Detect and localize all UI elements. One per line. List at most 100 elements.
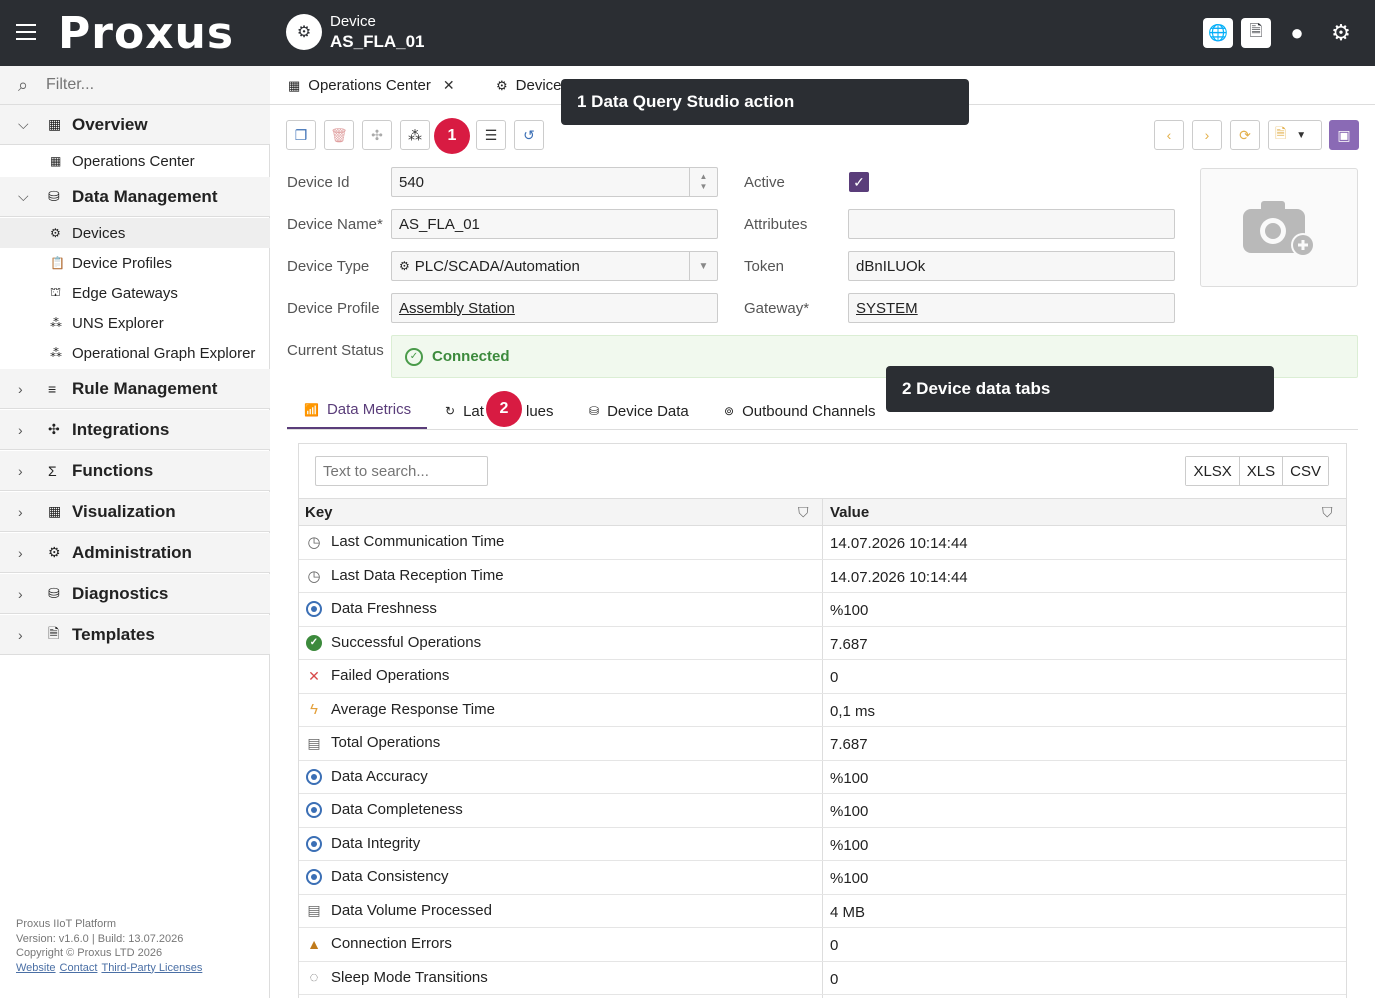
active-checkbox[interactable]: ✓ bbox=[849, 172, 869, 192]
details-button[interactable]: ☰ bbox=[476, 120, 506, 150]
tab-latest-values-suffix[interactable]: lues bbox=[526, 392, 554, 430]
gateway-input[interactable]: SYSTEM bbox=[848, 293, 1175, 323]
table-row[interactable]: Data Consistency %100 bbox=[299, 861, 1346, 895]
gateway-link[interactable]: SYSTEM bbox=[856, 300, 918, 317]
document-icon[interactable]: 🗎 bbox=[1241, 18, 1271, 48]
token-label: Token bbox=[744, 258, 785, 275]
network-button[interactable]: ✣ bbox=[362, 120, 392, 150]
globe-icon[interactable]: 🌐 bbox=[1203, 18, 1233, 48]
row-key: Data Completeness bbox=[331, 801, 463, 818]
table-row[interactable]: Data Completeness %100 bbox=[299, 794, 1346, 828]
row-value: 14.07.2026 10:14:44 bbox=[830, 535, 968, 552]
export-xlsx-button[interactable]: XLSX bbox=[1186, 457, 1239, 485]
tab-operations-center[interactable]: ▦ Operations Center ✕ bbox=[288, 66, 455, 105]
menu-icon[interactable] bbox=[16, 24, 36, 40]
column-header-value[interactable]: Value bbox=[830, 499, 869, 526]
sidebar-item-operations-center[interactable]: ▦ Operations Center bbox=[0, 146, 270, 176]
filter-input[interactable] bbox=[46, 73, 256, 97]
delete-button[interactable]: 🗑 bbox=[324, 120, 354, 150]
sidebar-group-rule-management[interactable]: › ≡ Rule Management bbox=[0, 369, 270, 409]
chevron-down-icon: ▼ bbox=[1296, 129, 1307, 141]
number-spinner[interactable]: ▲ ▼ bbox=[689, 168, 717, 196]
sidebar-group-visualization[interactable]: › ▦ Visualization bbox=[0, 492, 270, 532]
admin-icon: ⚙ bbox=[48, 544, 61, 560]
current-status-label: Current Status bbox=[287, 342, 384, 359]
copy-button[interactable]: ❐ bbox=[286, 120, 316, 150]
sidebar-item-device-profiles[interactable]: 📋 Device Profiles bbox=[0, 248, 270, 278]
tooltip-data-query-studio: 1 Data Query Studio action bbox=[561, 79, 969, 125]
sidebar-item-operational-graph-explorer[interactable]: ⁂ Operational Graph Explorer bbox=[0, 338, 270, 368]
data-query-studio-button[interactable]: ⁂ bbox=[400, 120, 430, 150]
table-row[interactable]: ✓ Successful Operations 7.687 bbox=[299, 627, 1346, 660]
target-icon bbox=[306, 835, 322, 852]
website-link[interactable]: Website bbox=[16, 962, 56, 974]
filter-icon[interactable]: ⛉ bbox=[798, 504, 809, 521]
tab-device-data[interactable]: ⛁ Device Data bbox=[589, 392, 689, 430]
table-row[interactable]: ▲ Connection Errors 0 bbox=[299, 928, 1346, 962]
table-row[interactable]: Data Freshness %100 bbox=[299, 593, 1346, 627]
close-icon[interactable]: ✕ bbox=[443, 77, 455, 94]
chevron-right-icon: › bbox=[18, 503, 23, 520]
table-row[interactable]: Data Accuracy %100 bbox=[299, 761, 1346, 794]
table-row[interactable]: ▤ Data Volume Processed 4 MB bbox=[299, 895, 1346, 928]
database-icon: ⛁ bbox=[48, 585, 60, 601]
tab-outbound-channels[interactable]: ⊚ Outbound Channels bbox=[724, 392, 876, 430]
sidebar-group-diagnostics[interactable]: › ⛁ Diagnostics bbox=[0, 574, 270, 614]
table-row[interactable]: ◷ Last Data Reception Time 14.07.2026 10:1… bbox=[299, 560, 1346, 593]
grid-search-input[interactable] bbox=[315, 456, 488, 486]
tab-data-metrics[interactable]: 📶 Data Metrics bbox=[287, 392, 428, 430]
sidebar-group-functions[interactable]: › Σ Functions bbox=[0, 451, 270, 491]
sidebar-footer: Proxus IIoT Platform Version: v1.6.0 | B… bbox=[16, 917, 206, 975]
device-id-input[interactable]: 540 ▲ ▼ bbox=[391, 167, 718, 197]
device-profile-input[interactable]: Assembly Station bbox=[391, 293, 718, 323]
annotation-badge-1: 1 bbox=[434, 118, 470, 154]
table-row[interactable]: ϟ Average Response Time 0,1 ms bbox=[299, 694, 1346, 727]
table-row[interactable]: ◌ Sleep Mode Transitions 0 bbox=[299, 962, 1346, 995]
licenses-link[interactable]: Third-Party Licenses bbox=[101, 962, 202, 974]
check-circle-icon: ✓ bbox=[306, 634, 322, 651]
sidebar-group-templates[interactable]: › 🗎 Templates bbox=[0, 615, 270, 655]
sidebar-group-integrations[interactable]: › ✣ Integrations bbox=[0, 410, 270, 450]
sidebar-item-devices[interactable]: ⚙ Devices bbox=[0, 218, 270, 248]
export-dropdown-button[interactable]: 🗎 ▼ bbox=[1268, 120, 1322, 150]
user-icon[interactable]: ● bbox=[1282, 18, 1312, 48]
sidebar-item-edge-gateways[interactable]: ⛫ Edge Gateways bbox=[0, 278, 270, 308]
sidebar-group-label: Rule Management bbox=[72, 378, 218, 398]
row-key: Data Accuracy bbox=[331, 767, 428, 785]
token-input[interactable]: dBnILUOk bbox=[848, 251, 1175, 281]
document-icon: 🗎 bbox=[48, 624, 60, 641]
sidebar-group-overview[interactable]: ⌵ ▦ Overview bbox=[0, 105, 270, 145]
tooltip-device-data-tabs: 2 Device data tabs bbox=[886, 366, 1274, 412]
previous-button[interactable]: ‹ bbox=[1154, 120, 1184, 150]
copyright: Copyright © Proxus LTD 2026 bbox=[16, 947, 163, 959]
database-icon: ⛁ bbox=[589, 404, 600, 418]
refresh-button[interactable]: ⟳ bbox=[1230, 120, 1260, 150]
export-csv-button[interactable]: CSV bbox=[1282, 457, 1328, 485]
attributes-input[interactable] bbox=[848, 209, 1175, 239]
x-icon: ✕ bbox=[308, 667, 320, 684]
table-row[interactable]: ✕ Failed Operations 0 bbox=[299, 660, 1346, 694]
table-row[interactable]: ◷ Last Communication Time 14.07.2026 10:14… bbox=[299, 526, 1346, 560]
device-image-upload[interactable] bbox=[1200, 168, 1358, 287]
filter-icon[interactable]: ⛉ bbox=[1322, 504, 1333, 521]
table-row[interactable]: Data Integrity %100 bbox=[299, 828, 1346, 861]
export-xls-button[interactable]: XLS bbox=[1238, 457, 1283, 485]
chevron-down-icon[interactable]: ▼ bbox=[689, 252, 717, 280]
history-button[interactable]: ↺ bbox=[514, 120, 544, 150]
tab-device[interactable]: ⚙ Device bbox=[496, 66, 562, 105]
device-profile-link[interactable]: Assembly Station bbox=[399, 300, 515, 317]
database-icon: ⛁ bbox=[48, 188, 60, 204]
sidebar-group-administration[interactable]: › ⚙ Administration bbox=[0, 533, 270, 573]
save-button[interactable]: ▣ bbox=[1329, 120, 1359, 150]
app-logo[interactable]: Proxus bbox=[58, 8, 234, 59]
gear-icon[interactable]: ⚙ bbox=[1326, 18, 1356, 48]
contact-link[interactable]: Contact bbox=[60, 962, 98, 974]
device-name-input[interactable]: AS_FLA_01 bbox=[391, 209, 718, 239]
tab-latest-values[interactable]: ↻ Lat bbox=[445, 392, 484, 430]
table-row[interactable]: ▤ Total Operations 7.687 bbox=[299, 727, 1346, 761]
column-header-key[interactable]: Key bbox=[305, 499, 333, 526]
sidebar-group-data-management[interactable]: ⌵ ⛁ Data Management bbox=[0, 177, 270, 217]
sidebar-item-uns-explorer[interactable]: ⁂ UNS Explorer bbox=[0, 308, 270, 338]
next-button[interactable]: › bbox=[1192, 120, 1222, 150]
device-type-select[interactable]: ⚙ PLC/SCADA/Automation ▼ bbox=[391, 251, 718, 281]
